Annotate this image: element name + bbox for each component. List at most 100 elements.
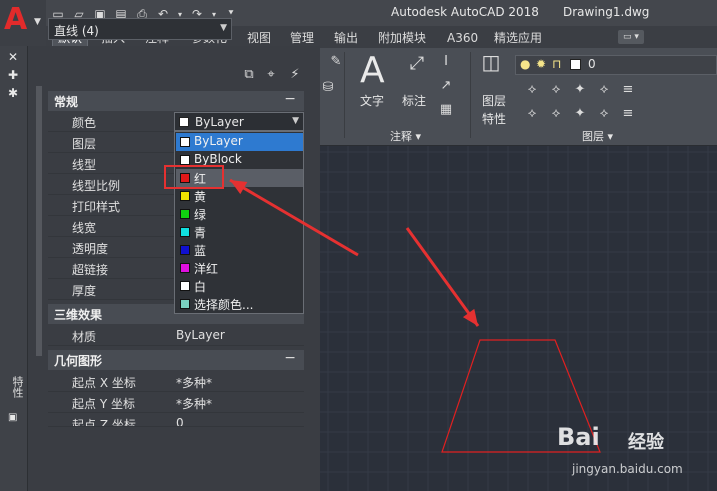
chevron-down-icon: ▼	[220, 23, 227, 33]
color-option[interactable]: 选择颜色...	[176, 295, 303, 313]
ribbon-display-toggle[interactable]: ▭ ▾	[618, 30, 644, 44]
layer-color-swatch	[570, 59, 581, 70]
property-key: 厚度	[72, 284, 97, 298]
layer-tool-icon[interactable]: ⟡	[524, 82, 540, 98]
color-option[interactable]: 黄	[176, 187, 303, 205]
property-value: ByLayer	[176, 328, 225, 342]
layer-tool-icon[interactable]: ⟡	[548, 106, 564, 122]
color-swatch	[180, 137, 190, 147]
color-option-label: 蓝	[194, 244, 207, 258]
application-menu-button[interactable]: A ▼	[0, 0, 46, 46]
tab-featured-apps[interactable]: 精选应用	[489, 29, 547, 47]
color-option[interactable]: 白	[176, 277, 303, 295]
lock-icon: ⊓	[552, 57, 562, 71]
match-props-icon[interactable]: ⛁	[320, 80, 336, 96]
palette-title-strip: ✕ ✚ ✱ 特性 ▣	[0, 46, 28, 491]
tab-output[interactable]: 输出	[329, 29, 363, 47]
property-key: 起点 Y 坐标	[72, 397, 135, 411]
section-geometry[interactable]: 几何图形 −	[48, 350, 304, 370]
color-select-value: ByLayer	[195, 115, 244, 129]
tab-view[interactable]: 视图	[242, 29, 276, 47]
property-key: 线宽	[72, 221, 97, 235]
object-type-select[interactable]: 直线 (4) ▼	[48, 18, 232, 40]
color-option-label: 青	[194, 226, 207, 240]
layer-tool-icon[interactable]: ≡	[620, 106, 636, 122]
layer-tool-icon[interactable]: ⟡	[548, 82, 564, 98]
text-icon[interactable]: A	[360, 50, 385, 91]
color-option-label: 洋红	[194, 262, 219, 276]
layer-dropdown[interactable]: ● ✹ ⊓ 0	[515, 55, 717, 75]
gear-icon[interactable]: ✱	[8, 86, 18, 100]
property-key: 颜色	[72, 116, 97, 130]
property-key: 起点 Z 坐标	[72, 418, 136, 427]
color-swatch	[180, 299, 190, 309]
palette-toggle-icon[interactable]: ▣	[8, 412, 17, 423]
layer-properties-icon[interactable]: ◫	[480, 52, 502, 72]
layer-tool-icon[interactable]: ⟡	[596, 106, 612, 122]
select-objects-icon[interactable]: ⌖	[262, 66, 280, 84]
layer-tool-icon[interactable]: ✦	[572, 106, 588, 122]
multiline-text-icon[interactable]: Ⅰ	[438, 54, 454, 70]
color-select[interactable]: ByLayer ▼	[174, 112, 304, 131]
layers-group-title[interactable]: 图层 ▾	[582, 128, 613, 144]
color-option-label: ByLayer	[194, 134, 243, 148]
collapse-icon[interactable]: −	[284, 350, 296, 366]
property-key: 线型	[72, 158, 97, 172]
toggle-pickadd-icon[interactable]: ⧉	[240, 66, 258, 84]
color-option[interactable]: 蓝	[176, 241, 303, 259]
color-option[interactable]: 洋红	[176, 259, 303, 277]
brush-icon[interactable]: ✎	[328, 54, 344, 70]
document-title: Drawing1.dwg	[563, 5, 650, 19]
layer-tool-icon[interactable]: ⟡	[524, 106, 540, 122]
layer-tool-icon[interactable]: ≡	[620, 82, 636, 98]
dimension-label[interactable]: 标注	[402, 92, 426, 109]
watermark-url: jingyan.baidu.com	[572, 462, 683, 476]
property-key: 图层	[72, 137, 97, 151]
text-label[interactable]: 文字	[360, 92, 384, 109]
layer-name: 0	[588, 57, 596, 71]
property-key: 打印样式	[72, 200, 121, 214]
property-value: *多种*	[176, 397, 213, 411]
tab-a360[interactable]: A360	[442, 29, 483, 47]
collapse-icon[interactable]: −	[284, 91, 296, 107]
layer-props-label-1[interactable]: 图层	[482, 92, 506, 109]
property-key: 超链接	[72, 263, 109, 277]
section-general[interactable]: 常规 −	[48, 91, 304, 111]
color-option[interactable]: 绿	[176, 205, 303, 223]
property-row-start-y[interactable]: 起点 Y 坐标 *多种*	[48, 392, 304, 413]
color-swatch	[180, 209, 190, 219]
layer-props-label-2[interactable]: 特性	[482, 110, 506, 127]
color-option[interactable]: ByLayer	[176, 133, 303, 151]
app-title: Autodesk AutoCAD 2018	[391, 5, 539, 19]
leader-icon[interactable]: ↗	[438, 78, 454, 94]
palette-scrollbar[interactable]	[36, 86, 42, 356]
tab-addins[interactable]: 附加模块	[373, 29, 431, 47]
ribbon-separator	[344, 52, 345, 138]
color-swatch	[180, 281, 190, 291]
property-key: 材质	[72, 330, 97, 344]
color-swatch	[180, 155, 190, 165]
autohide-icon[interactable]: ✚	[8, 68, 18, 82]
property-value: 0	[176, 416, 184, 427]
dimension-icon[interactable]: ⤢	[404, 55, 430, 73]
layer-tool-icon[interactable]: ✦	[572, 82, 588, 98]
color-option[interactable]: 青	[176, 223, 303, 241]
annotation-group-title[interactable]: 注释 ▾	[390, 128, 421, 144]
color-option-label: 白	[194, 280, 207, 294]
highlight-box	[164, 165, 224, 189]
chevron-down-icon[interactable]: ▼	[292, 116, 299, 126]
tab-manage[interactable]: 管理	[285, 29, 319, 47]
color-swatch	[180, 263, 190, 273]
table-icon[interactable]: ▦	[438, 102, 454, 118]
color-swatch	[180, 245, 190, 255]
layer-tool-icon[interactable]: ⟡	[596, 82, 612, 98]
color-swatch	[180, 191, 190, 201]
autocad-logo: A	[4, 2, 28, 37]
property-row-material[interactable]: 材质 ByLayer	[48, 325, 304, 346]
property-row-start-x[interactable]: 起点 X 坐标 *多种*	[48, 371, 304, 392]
section-title: 常规	[54, 95, 79, 109]
quick-select-icon[interactable]: ⚡	[286, 66, 304, 84]
property-row-start-z[interactable]: 起点 Z 坐标 0	[48, 413, 304, 427]
property-key: 起点 X 坐标	[72, 376, 136, 390]
close-icon[interactable]: ✕	[8, 50, 18, 64]
